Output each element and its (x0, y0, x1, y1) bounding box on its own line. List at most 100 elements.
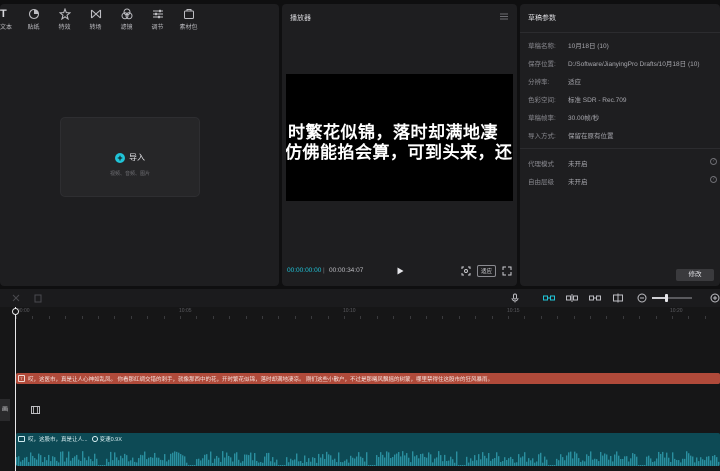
split-icon[interactable] (612, 293, 624, 303)
fit-icon[interactable] (461, 266, 471, 276)
ruler-tick (622, 316, 624, 319)
main-track-area[interactable] (16, 387, 720, 431)
text-clip-icon: T (18, 375, 25, 382)
tool-label: 滤镜 (120, 24, 133, 31)
sticker-icon (28, 8, 39, 19)
fullscreen-icon[interactable] (502, 266, 512, 276)
current-time: 00:00:00:00 (287, 267, 322, 274)
ruler-tick (458, 316, 460, 319)
param-value: 10月18日 (10) (568, 43, 609, 50)
ruler-tick (32, 316, 34, 319)
ruler-tick (704, 316, 706, 319)
subtitle-line-2: 仿佛能掐会算，可到头来，还 (286, 143, 513, 163)
param-value: 30.00帧/秒 (568, 115, 600, 122)
tool-label: 文本 (0, 24, 13, 31)
tool-label: 贴纸 (27, 24, 40, 31)
zoom-slider-thumb[interactable] (665, 294, 668, 302)
draft-title: 草稿参数 (528, 15, 556, 22)
help-icon[interactable]: ? (710, 176, 717, 183)
ruler-tick (16, 316, 17, 319)
ruler-tick (130, 316, 132, 319)
cover-tab[interactable]: 画 (0, 399, 10, 421)
tool-filter[interactable]: 滤镜 (111, 4, 142, 34)
audio-clip[interactable]: 哎，这股市，真是让人... 变速0.9X (16, 433, 720, 466)
tool-label: 转场 (89, 24, 102, 31)
ruler-tick (344, 316, 345, 319)
proxy-mode-label: 代理模式 (528, 161, 554, 168)
time-separator: | (323, 267, 325, 274)
zoom-in-icon[interactable] (710, 293, 720, 303)
link-icon[interactable] (566, 293, 578, 303)
tool-text[interactable]: T 文本 (0, 4, 18, 34)
param-value: D:/Software/JianyingPro Drafts/10月18日 (1… (568, 61, 700, 68)
zoom-out-icon[interactable] (637, 293, 647, 303)
ratio-button[interactable]: 适应 (477, 265, 497, 277)
filter-icon (121, 8, 132, 19)
total-time: 00:00:34:07 (329, 267, 364, 274)
ruler-tick (688, 316, 690, 319)
film-icon (31, 406, 40, 414)
ruler-tick (491, 316, 493, 319)
import-label: 导入 (129, 153, 145, 162)
tool-package[interactable]: 素材包 (173, 4, 204, 34)
free-layer-value: 未开启 (568, 179, 588, 186)
menu-icon[interactable] (500, 13, 508, 20)
import-button[interactable]: + 导入 (61, 152, 199, 163)
delete-icon[interactable] (33, 293, 43, 303)
ruler-tick (180, 316, 181, 319)
ruler-tick (196, 316, 198, 319)
microphone-icon[interactable] (510, 293, 520, 303)
ruler-tick (590, 316, 591, 319)
media-toolbar: T 文本 贴纸 特效 转场 滤镜 调节 素材包 (0, 4, 279, 34)
ruler-tick (655, 316, 657, 319)
free-layer-label: 自由层级 (528, 179, 554, 186)
tool-adjust[interactable]: 调节 (142, 4, 173, 34)
tool-transition[interactable]: 转场 (80, 4, 111, 34)
ruler-tick (65, 316, 67, 319)
param-label: 导入方式: (528, 133, 556, 140)
ruler-tick (672, 316, 673, 319)
playhead-handle[interactable] (12, 308, 19, 315)
ruler-tick (524, 316, 526, 319)
ruler-tick (147, 316, 149, 319)
ruler-tick (163, 316, 165, 319)
ruler-tick (639, 316, 641, 319)
param-value: 标准 SDR - Rec.709 (568, 97, 627, 104)
ruler-tick (606, 316, 608, 319)
ruler-tick (114, 316, 116, 319)
ruler-tick (508, 316, 509, 319)
import-card[interactable]: + 导入 视频、音频、图片 (60, 117, 200, 197)
ruler-tick (278, 316, 280, 319)
ruler-label: 10:05 (179, 308, 192, 314)
ruler-tick (540, 316, 542, 319)
player-controls: 00:00:00:00 | 00:00:34:07 适应 (287, 265, 512, 278)
tool-label: 素材包 (179, 24, 198, 31)
tool-sticker[interactable]: 贴纸 (18, 4, 49, 34)
ruler-label: 10:20 (670, 308, 683, 314)
snap-icon[interactable] (543, 293, 555, 303)
time-ruler[interactable]: 00:00 10:05 10:10 10:15 10:20 (0, 307, 720, 319)
text-track-clip[interactable]: T 哎，这医市，真是让人心神如乱凤。 你看那红绸交错的刺手，就像那西中的花，开时… (16, 373, 720, 384)
modify-button[interactable]: 修改 (676, 269, 714, 281)
divider (520, 32, 720, 33)
param-label: 草稿帧率: (528, 115, 556, 122)
media-panel: T 文本 贴纸 特效 转场 滤镜 调节 素材包 + 导入 视频、音频、图片 (0, 4, 279, 286)
video-preview[interactable]: 时繁花似锦，落时却满地凄 仿佛能掐会算，可到头来，还 (286, 74, 513, 201)
player-panel: 播放器 时繁花似锦，落时却满地凄 仿佛能掐会算，可到头来，还 00:00:00:… (282, 4, 517, 286)
playhead[interactable] (15, 307, 16, 471)
param-label: 保存位置: (528, 61, 556, 68)
help-icon[interactable]: ? (710, 158, 717, 165)
player-title: 播放器 (290, 15, 311, 22)
plus-icon: + (115, 152, 125, 163)
timeline: 00:00 10:05 10:10 10:15 10:20 T 哎，这医市，真是… (0, 289, 720, 471)
play-icon[interactable] (395, 266, 405, 276)
ruler-label: 10:15 (507, 308, 520, 314)
ruler-tick (360, 316, 362, 319)
zoom-slider[interactable] (652, 294, 692, 302)
ruler-tick (262, 316, 263, 319)
audio-clip-icon (18, 436, 25, 442)
preview-axis-icon[interactable] (589, 293, 601, 303)
tool-effects[interactable]: 特效 (49, 4, 80, 34)
ruler-tick (229, 316, 231, 319)
undo-icon[interactable] (11, 293, 21, 303)
